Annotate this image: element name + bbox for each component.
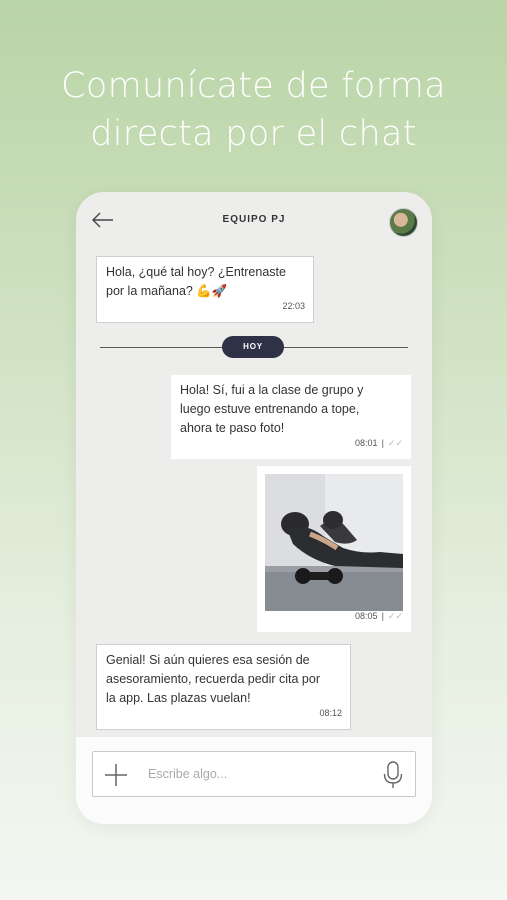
headline: Comunícate de forma directa por el chat [0,62,507,158]
message-text-line: Hola, ¿qué tal hoy? ¿Entrenaste [106,265,286,279]
message-input[interactable]: Escribe algo... [92,751,416,797]
composer-bar: Escribe algo... [76,737,432,824]
meta-separator: | [381,438,384,448]
headline-line-1: Comunícate de forma [61,66,446,106]
plus-icon[interactable] [105,764,127,786]
headline-line-2: directa por el chat [90,114,417,154]
message-text-line: Genial! Si aún quieres esa sesión de [106,653,310,667]
chat-header: EQUIPO PJ [76,192,432,250]
phone-mockup: EQUIPO PJ Hola, ¿qué tal hoy? ¿Entrenast… [76,192,432,824]
avatar[interactable] [389,208,418,237]
message-time: 22:03 [282,301,305,311]
microphone-icon[interactable] [383,761,403,789]
chat-title: EQUIPO PJ [222,214,286,225]
workout-photo[interactable] [265,474,403,611]
message-outgoing-photo: 08:05 | ✓✓ [257,466,411,632]
message-text-line: asesoramiento, recuerda pedir cita por [106,672,321,686]
message-text-line: Hola! Sí, fui a la clase de grupo y [180,383,364,397]
message-meta: 08:01 | ✓✓ [355,434,403,453]
message-time: 08:01 [355,438,378,448]
read-tick-icon: ✓✓ [387,438,403,448]
message-meta: 08:12 [319,704,342,723]
meta-separator: | [381,611,384,621]
message-time: 08:05 [355,611,378,621]
read-tick-icon: ✓✓ [387,611,403,621]
message-text-line: luego estuve entrenando a tope, [180,402,360,416]
message-incoming: Genial! Si aún quieres esa sesión de ase… [96,644,351,730]
message-text-line: la app. Las plazas vuelan! [106,691,251,705]
message-meta: 22:03 [282,297,305,316]
message-time: 08:12 [319,708,342,718]
message-meta: 08:05 | ✓✓ [355,607,403,626]
day-pill: HOY [222,336,284,358]
message-incoming: Hola, ¿qué tal hoy? ¿Entrenaste por la m… [96,256,314,323]
message-text-line: por la mañana? 💪🚀 [106,284,228,298]
message-input-placeholder[interactable]: Escribe algo... [148,767,227,781]
message-outgoing: Hola! Sí, fui a la clase de grupo y lueg… [171,375,411,459]
